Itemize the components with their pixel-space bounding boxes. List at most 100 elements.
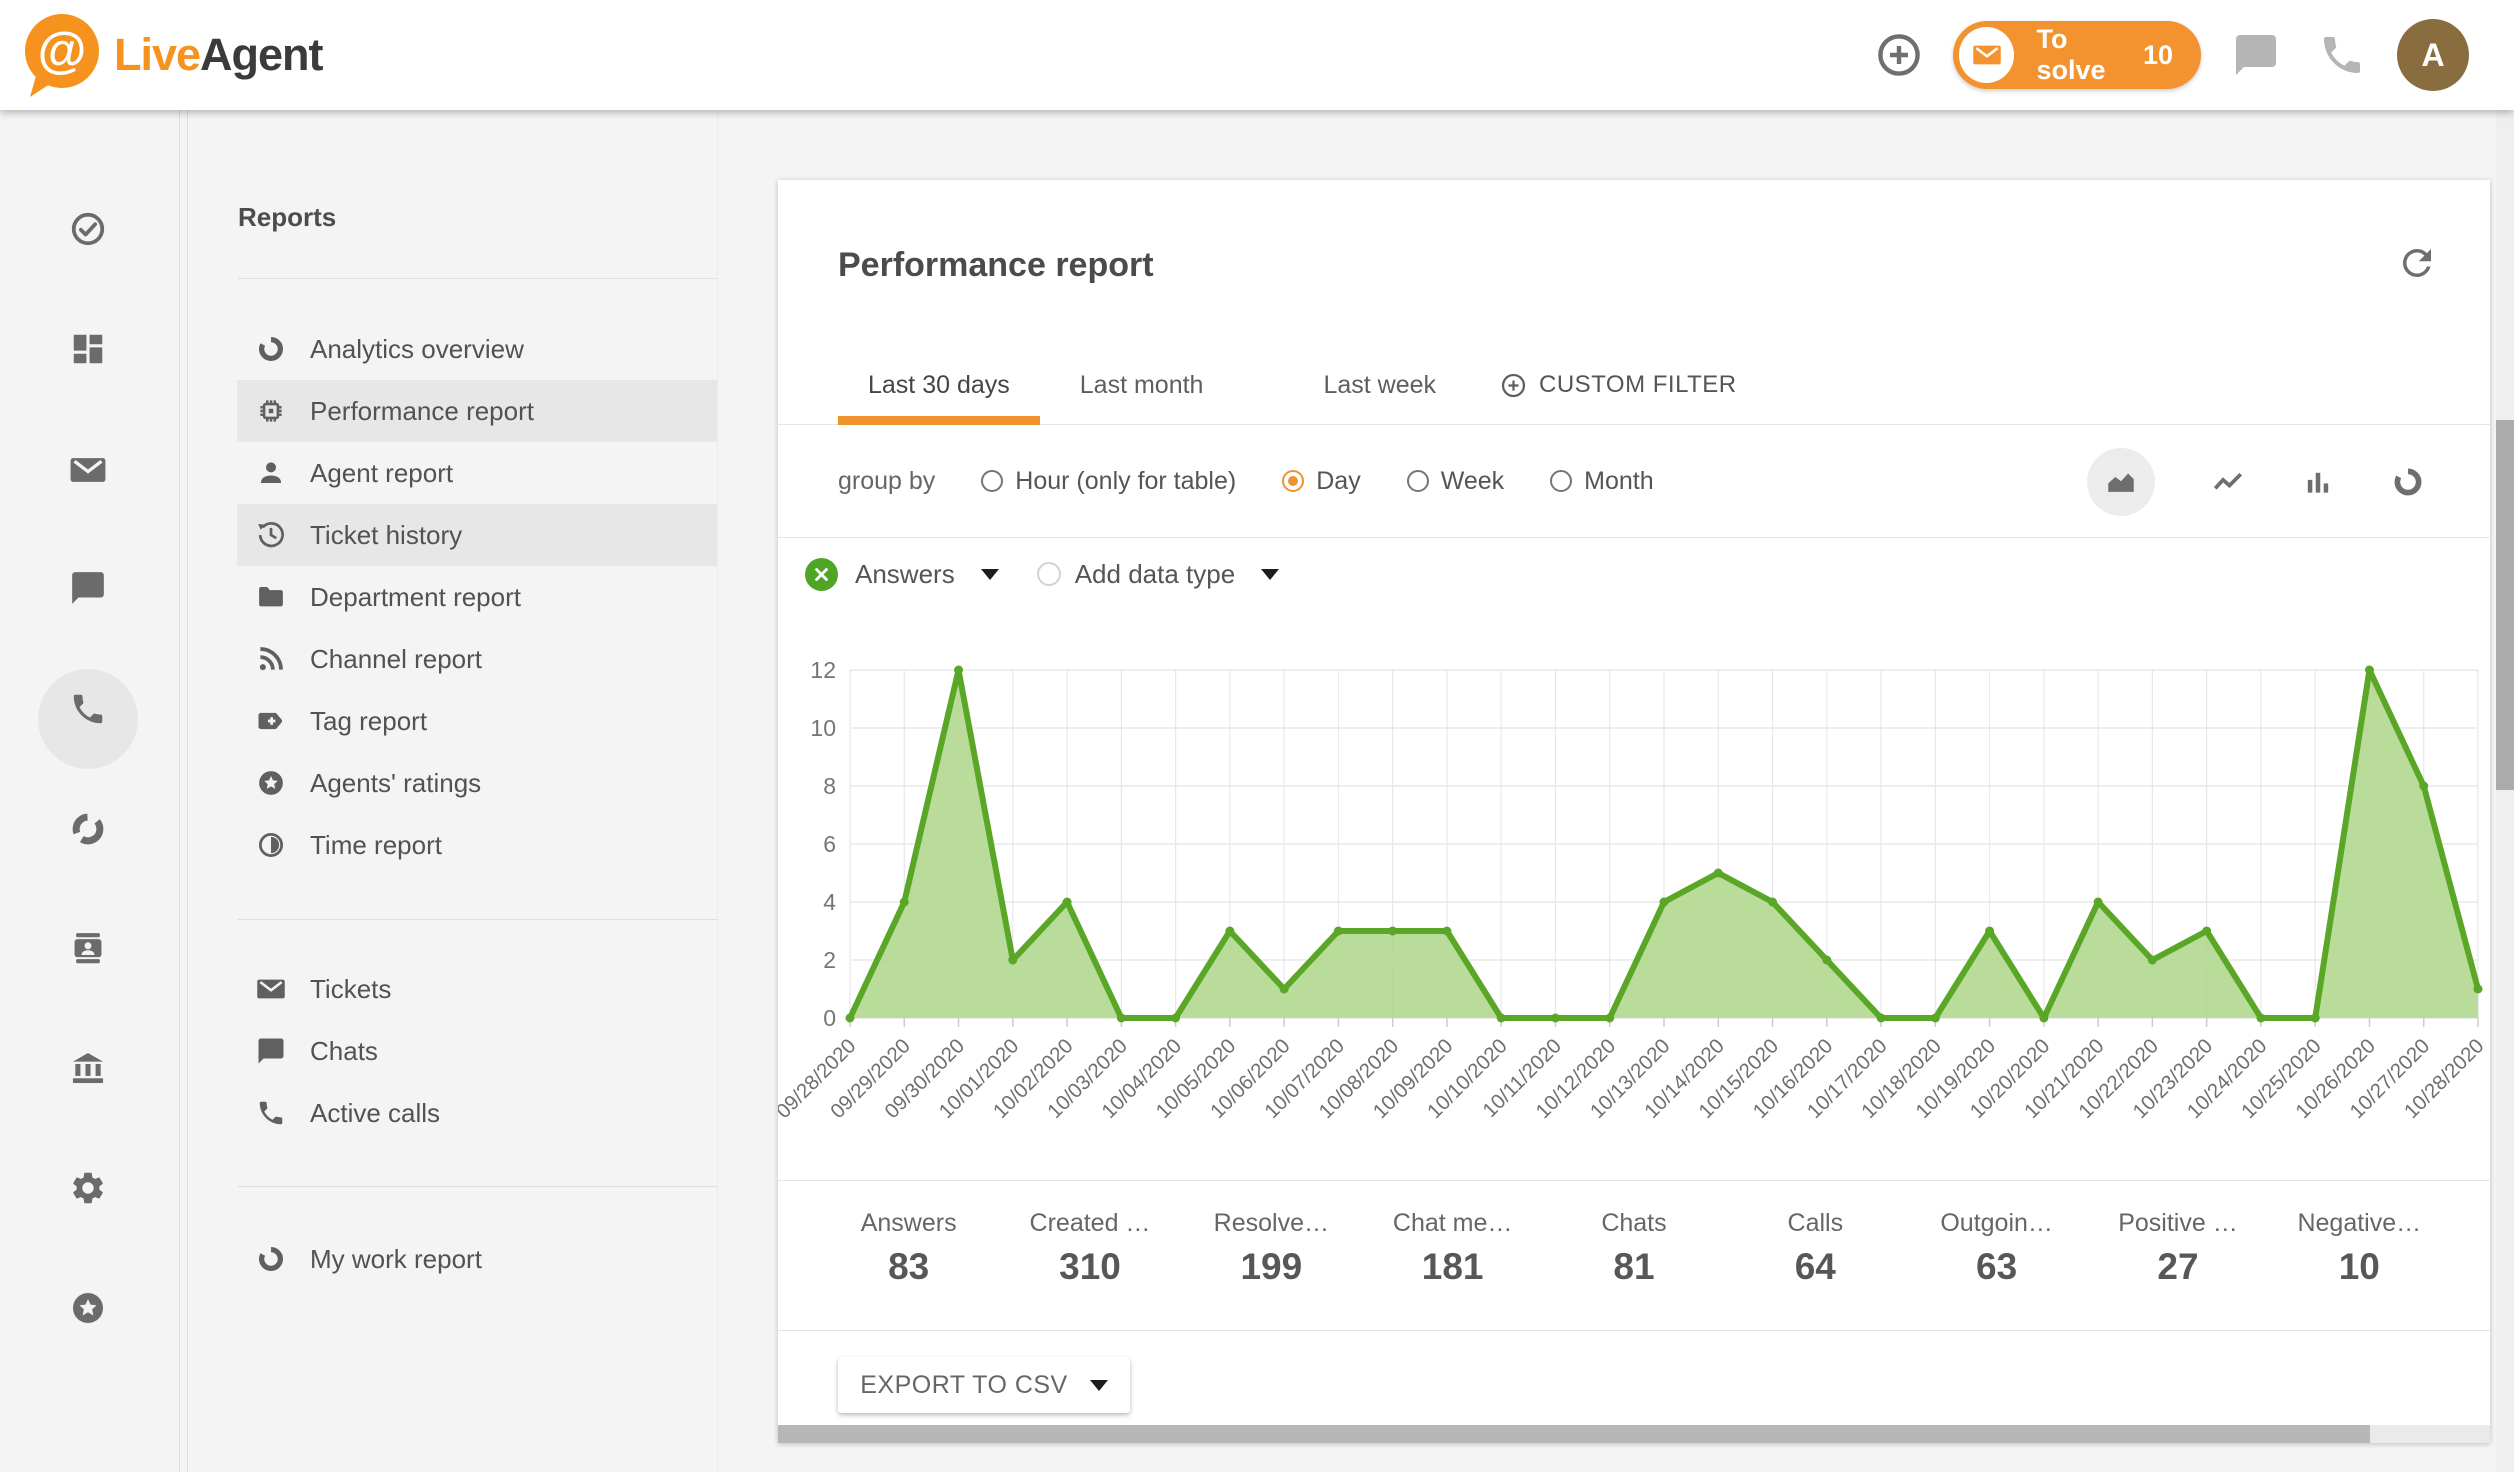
horizontal-scrollbar[interactable] xyxy=(778,1425,2490,1443)
menu-item-agents-ratings[interactable]: Agents' ratings xyxy=(237,752,717,814)
menu-item-active-calls[interactable]: Active calls xyxy=(237,1082,717,1144)
add-data-type-radio[interactable] xyxy=(1037,562,1061,586)
rail-item-chats[interactable] xyxy=(64,564,112,612)
group-by-option-month[interactable]: Month xyxy=(1538,467,1653,496)
chat-bubble-icon xyxy=(2232,31,2280,79)
menu-item-performance-report[interactable]: Performance report xyxy=(237,380,717,442)
menu-item-channel-report[interactable]: Channel report xyxy=(237,628,717,690)
menu-item-my-work-report[interactable]: My work report xyxy=(237,1228,717,1290)
data-series-bar: Answers Add data type xyxy=(778,538,2490,650)
rail-item-starred[interactable] xyxy=(64,1284,112,1332)
group-by-option-hour[interactable]: Hour (only for table) xyxy=(969,467,1236,496)
close-icon xyxy=(813,566,830,583)
tab-last-30-days[interactable]: Last 30 days xyxy=(838,345,1040,425)
vertical-scrollbar-thumb[interactable] xyxy=(2496,420,2514,790)
divider xyxy=(238,278,717,279)
menu-item-agent-report[interactable]: Agent report xyxy=(237,442,717,504)
add-new-button[interactable] xyxy=(1875,31,1923,79)
rail-item-company[interactable] xyxy=(64,1044,112,1092)
summary-stats-row: Answers 83 Created … 310 Resolve… 199 Ch… xyxy=(778,1180,2490,1330)
page-title: Performance report xyxy=(838,238,1154,292)
series-chip-label: Answers xyxy=(855,559,955,590)
menu-item-label: My work report xyxy=(310,1244,482,1275)
add-data-type-label[interactable]: Add data type xyxy=(1075,559,1235,590)
rail-item-settings[interactable] xyxy=(64,1164,112,1212)
chevron-down-icon[interactable] xyxy=(1261,569,1279,580)
rail-item-reports[interactable] xyxy=(64,805,112,853)
performance-report-card: Performance report Last 30 days Last mon… xyxy=(778,180,2490,1443)
svg-text:@: @ xyxy=(38,22,87,78)
menu-item-label: Agents' ratings xyxy=(310,768,481,799)
menu-item-label: Ticket history xyxy=(310,520,462,551)
stat-calls[interactable]: Calls 64 xyxy=(1725,1181,1906,1330)
stat-chats[interactable]: Chats 81 xyxy=(1543,1181,1724,1330)
refresh-button[interactable] xyxy=(2396,242,2438,284)
stat-positive[interactable]: Positive … 27 xyxy=(2087,1181,2268,1330)
tab-last-week[interactable]: Last week xyxy=(1293,345,1466,425)
rail-item-tickets[interactable] xyxy=(64,446,112,494)
custom-filter-label: CUSTOM FILTER xyxy=(1539,371,1737,399)
vertical-scrollbar[interactable] xyxy=(2496,110,2514,1472)
group-by-option-day[interactable]: Day xyxy=(1270,467,1360,496)
to-solve-button[interactable]: To solve 10 xyxy=(1953,21,2201,89)
menu-item-label: Chats xyxy=(310,1036,378,1067)
rail-item-customers[interactable] xyxy=(64,924,112,972)
performance-chart[interactable]: 02468101209/28/202009/29/202009/30/20201… xyxy=(778,650,2490,1180)
menu-item-chats[interactable]: Chats xyxy=(237,1020,717,1082)
chat-bubble-icon xyxy=(69,569,107,607)
refresh-icon xyxy=(2396,242,2438,284)
memory-chip-icon xyxy=(256,396,286,426)
reports-menu-title: Reports xyxy=(238,202,336,233)
menu-item-label: Channel report xyxy=(310,644,482,675)
brand-text: LiveAgent xyxy=(114,29,323,81)
export-to-csv-button[interactable]: EXPORT TO CSV xyxy=(838,1357,1130,1413)
header-chats-button[interactable] xyxy=(2232,31,2280,79)
menu-item-tag-report[interactable]: Tag report xyxy=(237,690,717,752)
menu-item-analytics-overview[interactable]: Analytics overview xyxy=(237,318,717,380)
liveagent-logo: @ LiveAgent xyxy=(20,12,323,98)
custom-filter-button[interactable]: CUSTOM FILTER xyxy=(1490,371,1747,399)
export-row: EXPORT TO CSV xyxy=(778,1330,2490,1425)
divider xyxy=(238,919,717,920)
menu-item-time-report[interactable]: Time report xyxy=(237,814,717,876)
plus-circle-icon xyxy=(1500,372,1527,399)
rail-item-dashboard[interactable] xyxy=(64,325,112,373)
remove-series-button[interactable] xyxy=(805,558,838,591)
group-by-option-week[interactable]: Week xyxy=(1395,467,1504,496)
stat-negative[interactable]: Negative… 10 xyxy=(2269,1181,2450,1330)
horizontal-scrollbar-thumb[interactable] xyxy=(778,1425,2370,1443)
chevron-down-icon[interactable] xyxy=(981,569,999,580)
line-chart-button[interactable] xyxy=(2211,465,2245,499)
menu-item-label: Performance report xyxy=(310,396,534,427)
rail-item-tasks[interactable] xyxy=(64,205,112,253)
rss-icon xyxy=(256,644,286,674)
stat-resolved[interactable]: Resolve… 199 xyxy=(1181,1181,1362,1330)
tab-last-month[interactable]: Last month xyxy=(1050,345,1234,425)
menu-item-label: Agent report xyxy=(310,458,453,489)
plus-circle-icon xyxy=(1875,31,1923,79)
svg-text:4: 4 xyxy=(823,889,836,915)
stat-outgoing[interactable]: Outgoin… 63 xyxy=(1906,1181,2087,1330)
radio-icon[interactable] xyxy=(1550,470,1572,492)
donut-loader-icon xyxy=(256,1244,286,1274)
chart-area[interactable]: 02468101209/28/202009/29/202009/30/20201… xyxy=(778,650,2490,1180)
stat-chat-messages[interactable]: Chat me… 181 xyxy=(1362,1181,1543,1330)
stat-created[interactable]: Created … 310 xyxy=(999,1181,1180,1330)
donut-chart-button[interactable] xyxy=(2391,465,2425,499)
radio-selected-icon[interactable] xyxy=(1282,470,1304,492)
to-solve-label: To solve xyxy=(2036,24,2143,86)
rail-item-calls[interactable] xyxy=(64,685,112,733)
user-avatar[interactable]: A xyxy=(2397,19,2469,91)
menu-item-tickets[interactable]: Tickets xyxy=(237,958,717,1020)
app-header: @ LiveAgent To solve 10 A xyxy=(0,0,2514,110)
radio-icon[interactable] xyxy=(1407,470,1429,492)
header-calls-button[interactable] xyxy=(2318,31,2366,79)
radio-icon[interactable] xyxy=(981,470,1003,492)
area-chart-button[interactable] xyxy=(2087,448,2155,516)
svg-text:8: 8 xyxy=(823,773,836,799)
bar-chart-button[interactable] xyxy=(2301,465,2335,499)
stat-answers[interactable]: Answers 83 xyxy=(818,1181,999,1330)
area-chart-icon xyxy=(2104,465,2138,499)
menu-item-ticket-history[interactable]: Ticket history xyxy=(237,504,717,566)
menu-item-department-report[interactable]: Department report xyxy=(237,566,717,628)
